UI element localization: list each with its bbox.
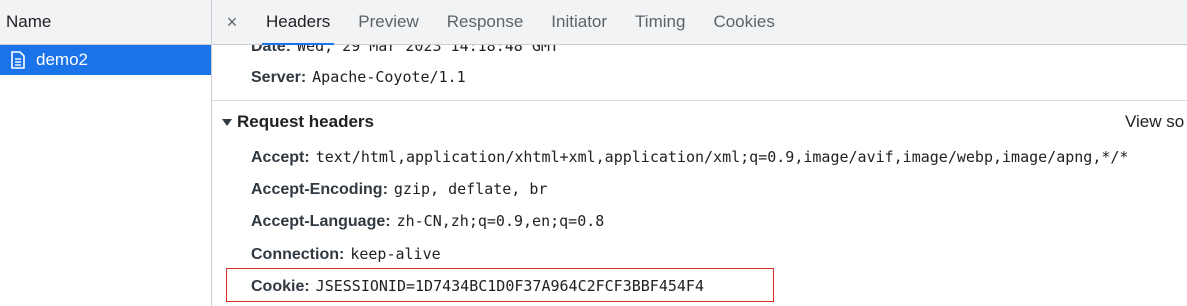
tab-cookies[interactable]: Cookies	[699, 0, 788, 44]
view-source-link[interactable]: View so	[1125, 112, 1184, 132]
tab-timing[interactable]: Timing	[621, 0, 699, 44]
devtools-network-panel: Name demo2 × Headers Preview Response In…	[0, 0, 1187, 306]
header-key: Date:	[251, 45, 292, 55]
tab-headers-label: Headers	[266, 12, 331, 31]
tab-preview-label: Preview	[358, 12, 419, 31]
header-value: zh-CN,zh;q=0.9,en;q=0.8	[396, 212, 605, 230]
header-value: Apache-Coyote/1.1	[312, 68, 466, 86]
document-icon	[10, 51, 26, 69]
header-value: gzip, deflate, br	[393, 180, 548, 198]
request-details-panel: × Headers Preview Response Initiator Tim…	[212, 0, 1187, 306]
request-headers-title: Request headers	[237, 112, 374, 131]
tab-response-label: Response	[446, 12, 524, 31]
name-column-header[interactable]: Name	[0, 0, 211, 45]
header-key: Accept-Encoding:	[251, 181, 388, 198]
request-headers-section-toggle[interactable]: Request headers	[222, 112, 374, 132]
header-value: keep-alive	[350, 245, 441, 263]
header-value: text/html,application/xhtml+xml,applicat…	[315, 148, 1129, 166]
details-tabbar: × Headers Preview Response Initiator Tim…	[212, 0, 1187, 45]
tab-response[interactable]: Response	[433, 0, 538, 44]
name-column-label: Name	[6, 12, 52, 31]
header-value: Wed, 29 Mar 2023 14:18:48 GMT	[297, 45, 559, 55]
tab-headers[interactable]: Headers	[252, 0, 344, 45]
header-row-server: Server: Apache-Coyote/1.1	[251, 68, 466, 87]
header-row-date: Date: Wed, 29 Mar 2023 14:18:48 GMT	[251, 45, 559, 56]
header-key: Accept-Language:	[251, 213, 391, 230]
request-name: demo2	[36, 50, 88, 69]
headers-content: Date: Wed, 29 Mar 2023 14:18:48 GMT Serve…	[212, 45, 1187, 306]
tab-initiator-label: Initiator	[551, 12, 608, 31]
cookie-highlight-box	[226, 268, 774, 302]
tab-cookies-label: Cookies	[713, 12, 775, 31]
header-row-accept-encoding: Accept-Encoding: gzip, deflate, br	[251, 180, 547, 199]
section-divider	[212, 100, 1187, 101]
close-icon[interactable]: ×	[212, 0, 252, 44]
tab-preview[interactable]: Preview	[344, 0, 432, 44]
header-key: Connection:	[251, 246, 345, 263]
tab-initiator[interactable]: Initiator	[537, 0, 621, 44]
tab-timing-label: Timing	[635, 12, 686, 31]
header-row-connection: Connection: keep-alive	[251, 245, 441, 264]
header-key: Accept:	[251, 149, 310, 166]
expand-triangle-icon	[222, 118, 232, 126]
requests-list-panel: Name demo2	[0, 0, 212, 306]
request-row-demo2[interactable]: demo2	[0, 45, 211, 75]
header-key: Server:	[251, 69, 307, 86]
header-row-accept: Accept: text/html,application/xhtml+xml,a…	[251, 148, 1128, 167]
header-row-accept-language: Accept-Language: zh-CN,zh;q=0.9,en;q=0.8	[251, 212, 604, 231]
